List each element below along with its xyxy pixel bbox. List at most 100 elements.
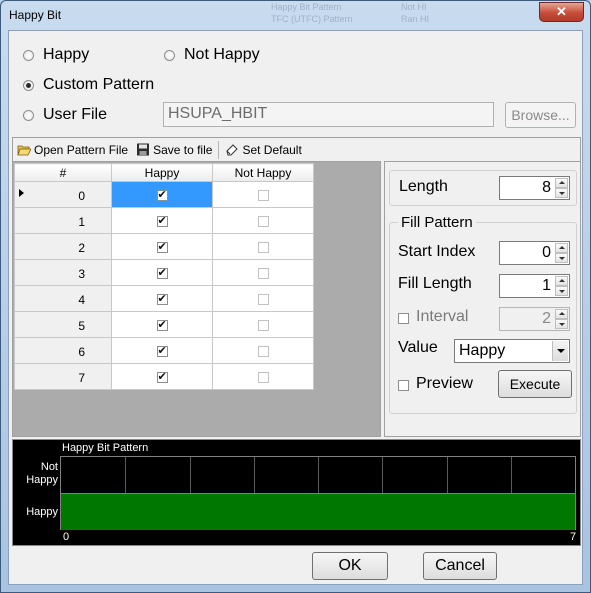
length-spinner[interactable]: 8 [499, 176, 570, 200]
happy-checkbox[interactable] [156, 370, 168, 383]
not-happy-cell[interactable] [212, 259, 314, 286]
radio-user-file[interactable]: User File [23, 106, 107, 124]
radio-user-file-indicator[interactable] [23, 109, 34, 121]
background-text: Ran HI [401, 14, 430, 24]
interval-spinner[interactable]: 2 [499, 307, 570, 331]
table-row[interactable]: 0 [14, 181, 314, 208]
happy-cell[interactable] [111, 207, 213, 234]
value-select[interactable]: Happy [454, 339, 570, 363]
not-happy-checkbox[interactable] [257, 267, 269, 279]
fill-length-spinner[interactable]: 1 [499, 274, 570, 298]
user-file-input[interactable]: HSUPA_HBIT [163, 102, 494, 127]
bit-bar-3 [254, 494, 318, 530]
cancel-button[interactable]: Cancel [423, 552, 497, 580]
table-row[interactable]: 7 [14, 363, 314, 390]
happy-cell[interactable] [111, 337, 213, 364]
interval-checkbox[interactable] [398, 313, 409, 324]
column-header-index[interactable]: # [14, 163, 112, 182]
radio-custom-pattern-indicator[interactable] [23, 79, 34, 91]
preview-checkbox[interactable] [398, 380, 409, 391]
folder-open-icon [17, 145, 31, 156]
spin-down-icon[interactable] [555, 253, 568, 263]
row-header[interactable]: 6 [14, 337, 112, 364]
not-happy-cell[interactable] [212, 363, 314, 390]
not-happy-checkbox[interactable] [257, 241, 269, 253]
row-header[interactable]: 4 [14, 285, 112, 312]
not-happy-checkbox[interactable] [257, 215, 269, 227]
not-happy-checkbox[interactable] [257, 319, 269, 331]
grid-line [511, 457, 512, 493]
table-row[interactable]: 3 [14, 259, 314, 286]
chevron-down-icon[interactable] [552, 341, 568, 361]
value-selected: Happy [459, 342, 506, 359]
browse-button[interactable]: Browse... [505, 102, 576, 128]
column-header-not-happy[interactable]: Not Happy [212, 163, 314, 182]
happy-checkbox[interactable] [156, 292, 168, 305]
spin-up-icon[interactable] [555, 309, 568, 319]
column-header-happy[interactable]: Happy [111, 163, 213, 182]
table-row[interactable]: 4 [14, 285, 314, 312]
happy-cell[interactable] [111, 363, 213, 390]
spin-down-icon[interactable] [555, 188, 568, 198]
not-happy-checkbox[interactable] [257, 189, 269, 201]
table-row[interactable]: 2 [14, 233, 314, 260]
not-happy-cell[interactable] [212, 311, 314, 338]
row-header[interactable]: 1 [14, 207, 112, 234]
radio-not-happy[interactable]: Not Happy [164, 46, 260, 64]
not-happy-cell[interactable] [212, 207, 314, 234]
close-button[interactable]: ✕ [539, 2, 584, 22]
spin-down-icon[interactable] [555, 286, 568, 296]
happy-checkbox[interactable] [156, 266, 168, 279]
happy-checkbox[interactable] [156, 214, 168, 227]
spin-up-icon[interactable] [555, 276, 568, 286]
bit-bar-1 [125, 494, 190, 530]
row-header[interactable]: 3 [14, 259, 112, 286]
happy-checkbox[interactable] [156, 344, 168, 357]
happy-cell[interactable] [111, 259, 213, 286]
radio-happy-label: Happy [43, 46, 90, 63]
row-header[interactable]: 5 [14, 311, 112, 338]
radio-happy[interactable]: Happy [23, 46, 89, 64]
not-happy-checkbox[interactable] [257, 371, 269, 383]
table-row[interactable]: 1 [14, 207, 314, 234]
not-happy-cell[interactable] [212, 337, 314, 364]
row-index: 1 [78, 215, 85, 229]
not-happy-checkbox[interactable] [257, 345, 269, 357]
current-row-arrow-icon [19, 189, 24, 197]
spin-down-icon[interactable] [555, 319, 568, 329]
not-happy-checkbox[interactable] [257, 293, 269, 305]
length-group: Length 8 [389, 170, 577, 206]
happy-cell[interactable] [111, 181, 213, 208]
happy-checkbox[interactable] [156, 188, 168, 201]
fill-length-value: 1 [542, 277, 551, 294]
happy-cell[interactable] [111, 233, 213, 260]
spin-up-icon[interactable] [555, 243, 568, 253]
not-happy-cell[interactable] [212, 233, 314, 260]
happy-cell[interactable] [111, 285, 213, 312]
row-header[interactable]: 0 [14, 181, 112, 208]
radio-not-happy-indicator[interactable] [164, 49, 175, 61]
happy-checkbox[interactable] [156, 318, 168, 331]
row-header[interactable]: 7 [14, 363, 112, 390]
title-bar[interactable]: Happy Bit Happy Bit Pattern TFC (UTFC) P… [1, 1, 590, 29]
row-header[interactable]: 2 [14, 233, 112, 260]
not-happy-cell[interactable] [212, 285, 314, 312]
length-value: 8 [542, 179, 551, 196]
spin-up-icon[interactable] [555, 178, 568, 188]
execute-button[interactable]: Execute [498, 370, 572, 398]
save-to-file-button[interactable]: Save to file [132, 140, 216, 160]
happy-bit-pattern-chart: Happy Bit Pattern Not Happy Happy 0 7 [12, 439, 581, 546]
radio-custom-pattern[interactable]: Custom Pattern [23, 76, 154, 94]
happy-checkbox[interactable] [156, 240, 168, 253]
table-row[interactable]: 5 [14, 311, 314, 338]
y-label-happy: Happy [26, 506, 58, 518]
open-pattern-file-button[interactable]: Open Pattern File [13, 140, 132, 160]
set-default-button[interactable]: Set Default [221, 140, 305, 160]
close-icon: ✕ [556, 4, 567, 19]
table-row[interactable]: 6 [14, 337, 314, 364]
start-index-spinner[interactable]: 0 [499, 241, 570, 265]
happy-cell[interactable] [111, 311, 213, 338]
ok-button[interactable]: OK [312, 552, 388, 580]
not-happy-cell[interactable] [212, 181, 314, 208]
radio-happy-indicator[interactable] [23, 49, 34, 61]
